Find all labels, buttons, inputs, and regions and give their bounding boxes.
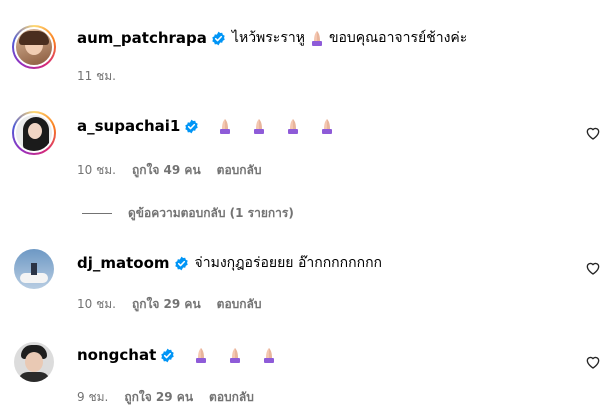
praying-hands-icon bbox=[322, 119, 333, 134]
divider bbox=[82, 213, 112, 214]
heart-icon[interactable] bbox=[585, 354, 601, 370]
verified-badge-icon bbox=[161, 348, 174, 362]
view-replies-button[interactable]: ดูข้อความตอบกลับ (1 รายการ) bbox=[82, 204, 294, 223]
praying-hands-icon bbox=[196, 348, 207, 363]
comment-time: 9 ชม. bbox=[77, 390, 109, 404]
verified-badge-icon bbox=[212, 31, 225, 45]
heart-icon[interactable] bbox=[585, 125, 601, 141]
view-replies-label: ดูข้อความตอบกลับ (1 รายการ) bbox=[128, 206, 294, 220]
praying-hands-icon bbox=[254, 119, 265, 134]
avatar[interactable] bbox=[12, 25, 56, 69]
comment-time: 10 ชม. bbox=[77, 297, 116, 311]
praying-hands-icon bbox=[264, 348, 275, 363]
comment-text: จ่ามงกุฎอร่อยยย อ๊ากกกกกกกก bbox=[194, 255, 383, 271]
praying-hands-icon bbox=[230, 348, 241, 363]
comment-username[interactable]: nongchat bbox=[77, 346, 156, 364]
comment-username[interactable]: aum_patchrapa bbox=[77, 29, 207, 47]
praying-hands-icon bbox=[311, 31, 322, 46]
comment-time: 10 ชม. bbox=[77, 163, 116, 177]
verified-badge-icon bbox=[174, 256, 188, 270]
likes-count[interactable]: ถูกใจ 29 คน bbox=[132, 295, 201, 314]
praying-hands-icon bbox=[220, 119, 231, 134]
avatar[interactable] bbox=[14, 249, 54, 289]
reply-button[interactable]: ตอบกลับ bbox=[217, 295, 262, 314]
avatar[interactable] bbox=[12, 111, 56, 155]
comment-username[interactable]: dj_matoom bbox=[77, 254, 170, 272]
praying-hands-icon bbox=[288, 119, 299, 134]
reply-button[interactable]: ตอบกลับ bbox=[209, 388, 254, 407]
likes-count[interactable]: ถูกใจ 29 คน bbox=[124, 388, 193, 407]
reply-button[interactable]: ตอบกลับ bbox=[217, 161, 262, 180]
heart-icon[interactable] bbox=[585, 260, 601, 276]
comment-text: ขอบคุณอาจารย์ช้างค่ะ bbox=[328, 30, 468, 46]
comment-time: 11 ชม. bbox=[77, 69, 116, 83]
verified-badge-icon bbox=[185, 119, 199, 133]
comment-username[interactable]: a_supachai1 bbox=[77, 117, 180, 135]
likes-count[interactable]: ถูกใจ 49 คน bbox=[132, 161, 201, 180]
comment-text: ไหว้พระราหู bbox=[231, 30, 305, 46]
avatar[interactable] bbox=[14, 342, 54, 382]
